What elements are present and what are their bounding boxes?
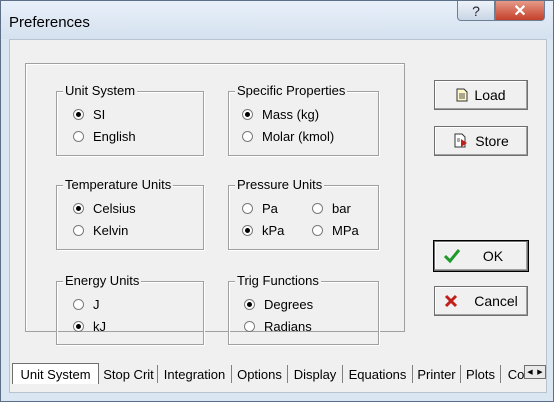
arrow-left-icon[interactable]: ◀ — [527, 368, 532, 376]
radio-label: Kelvin — [93, 223, 129, 238]
radio-label: Molar (kmol) — [262, 129, 335, 144]
radio-label: Celsius — [93, 201, 136, 216]
load-label: Load — [474, 87, 506, 103]
ok-button[interactable]: OK — [433, 240, 529, 272]
cancel-label: Cancel — [474, 293, 518, 309]
radio-dot-selected — [244, 299, 255, 310]
ok-label: OK — [482, 248, 504, 264]
radio-label: kJ — [93, 319, 106, 334]
radio-label: MPa — [332, 223, 359, 238]
temperature-units-title: Temperature Units — [63, 177, 174, 192]
tab-scroll-buttons[interactable]: ◀ ▶ — [524, 365, 546, 379]
tab-integration[interactable]: Integration — [158, 365, 232, 383]
radio-label: J — [93, 297, 100, 312]
trig-functions-group: Trig Functions Degrees Radians — [228, 273, 379, 345]
radio-label: Mass (kg) — [262, 107, 320, 122]
tab-display[interactable]: Display — [288, 365, 343, 383]
tab-stop-crit[interactable]: Stop Crit — [100, 365, 158, 383]
radio-mass[interactable]: Mass (kg) — [242, 107, 319, 122]
unit-system-panel: Unit System SI English Specific Properti… — [25, 63, 405, 345]
x-icon — [445, 294, 458, 308]
energy-units-group: Energy Units J kJ — [56, 273, 204, 345]
radio-dot — [73, 131, 84, 142]
pressure-units-group: Pressure Units Pa bar kPa MPa — [228, 177, 379, 250]
radio-dot — [73, 225, 84, 236]
unit-system-title: Unit System — [63, 83, 138, 98]
tab-label: Unit System — [20, 366, 91, 382]
cancel-button[interactable]: Cancel — [434, 286, 528, 316]
tab-label: Options — [237, 366, 282, 382]
radio-label: Radians — [264, 319, 312, 334]
tab-label: Plots — [466, 366, 495, 382]
store-button[interactable]: Store — [434, 126, 528, 156]
energy-units-title: Energy Units — [63, 273, 142, 288]
radio-kj[interactable]: kJ — [73, 319, 106, 334]
close-button[interactable]: ✕ — [495, 1, 545, 21]
radio-label: bar — [332, 201, 351, 216]
temperature-units-group: Temperature Units Celsius Kelvin — [56, 177, 204, 250]
radio-si[interactable]: SI — [73, 107, 105, 122]
radio-dot — [312, 203, 323, 214]
radio-dot-selected — [73, 109, 84, 120]
document-icon — [456, 88, 468, 102]
trig-functions-title: Trig Functions — [235, 273, 321, 288]
radio-label: English — [93, 129, 136, 144]
radio-label: Pa — [262, 201, 278, 216]
radio-dot — [242, 203, 253, 214]
check-icon — [443, 249, 461, 264]
radio-dot-selected — [242, 109, 253, 120]
tab-printer[interactable]: Printer — [413, 365, 461, 383]
tab-unit-system[interactable]: Unit System — [12, 363, 99, 384]
radio-dot — [73, 299, 84, 310]
radio-label: Degrees — [264, 297, 314, 312]
radio-j[interactable]: J — [73, 297, 100, 312]
tab-plots[interactable]: Plots — [461, 365, 501, 383]
radio-mpa[interactable]: MPa — [312, 223, 359, 238]
window-title: Preferences — [9, 14, 90, 31]
tab-label: Stop Crit — [103, 366, 154, 382]
tab-label: Integration — [163, 366, 226, 382]
pressure-units-title: Pressure Units — [235, 177, 325, 192]
unit-system-group: Unit System SI English — [56, 83, 204, 156]
tab-label: Display — [293, 366, 337, 382]
radio-bar[interactable]: bar — [312, 201, 351, 216]
radio-label: kPa — [262, 223, 285, 238]
radio-degrees[interactable]: Degrees — [244, 297, 313, 312]
radio-radians[interactable]: Radians — [244, 319, 312, 334]
radio-dot — [244, 321, 255, 332]
help-icon: ? — [472, 2, 480, 19]
radio-dot — [242, 131, 253, 142]
specific-properties-title: Specific Properties — [235, 83, 348, 98]
radio-celsius[interactable]: Celsius — [73, 201, 136, 216]
load-button[interactable]: Load — [434, 80, 528, 110]
specific-properties-group: Specific Properties Mass (kg) Molar (kmo… — [228, 83, 379, 156]
radio-dot — [312, 225, 323, 236]
tab-label: Co — [507, 366, 525, 382]
radio-molar[interactable]: Molar (kmol) — [242, 129, 334, 144]
tab-options[interactable]: Options — [232, 365, 288, 383]
close-icon: ✕ — [513, 2, 527, 20]
tab-equations[interactable]: Equations — [343, 365, 413, 383]
radio-pa[interactable]: Pa — [242, 201, 278, 216]
help-button[interactable]: ? — [457, 1, 495, 21]
radio-dot-selected — [242, 225, 253, 236]
radio-kpa[interactable]: kPa — [242, 223, 284, 238]
save-icon — [454, 133, 468, 148]
radio-kelvin[interactable]: Kelvin — [73, 223, 128, 238]
store-label: Store — [475, 133, 509, 149]
radio-dot-selected — [73, 321, 84, 332]
tab-label: Printer — [417, 366, 456, 382]
radio-english[interactable]: English — [73, 129, 136, 144]
dialog-client-area: Unit System SI English Specific Properti… — [9, 39, 547, 393]
tab-strip: Unit System Stop Crit Integration Option… — [12, 363, 546, 385]
radio-label: SI — [93, 107, 106, 122]
preferences-window: Preferences ? ✕ Unit System SI English S… — [0, 0, 554, 402]
radio-dot-selected — [73, 203, 84, 214]
arrow-right-icon[interactable]: ▶ — [537, 368, 542, 376]
tab-label: Equations — [348, 366, 407, 382]
title-bar: Preferences ? ✕ — [1, 1, 553, 39]
